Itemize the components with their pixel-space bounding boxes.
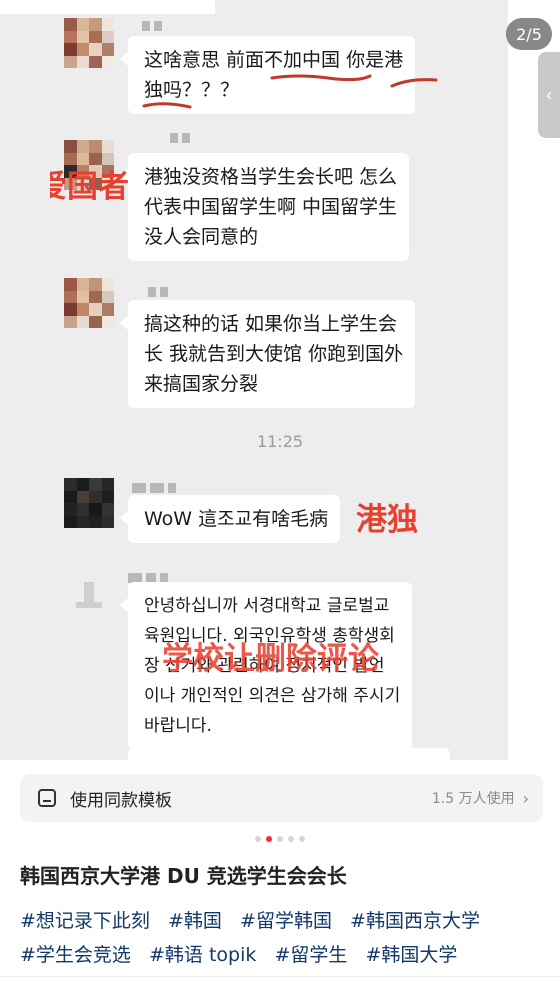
chat-bubble-partial: [128, 748, 450, 760]
carousel-dot: [255, 836, 261, 842]
hashtag[interactable]: #想记录下此刻: [20, 904, 150, 938]
annotation-school-label: 学校让删除评论: [162, 641, 379, 677]
carousel-dot-active: [266, 836, 272, 842]
carousel-dot: [277, 836, 283, 842]
avatar: [64, 278, 114, 328]
underline-scribble: [270, 74, 438, 88]
post-title: 韩国西京大学港 DU 竞选学生会会长: [20, 864, 347, 888]
template-label: 使用同款模板: [70, 790, 172, 811]
use-template-bar[interactable]: 使用同款模板 1.5 万人使用 ›: [20, 774, 543, 822]
template-user-count: 1.5 万人使用: [431, 791, 515, 807]
underline-scribble: [142, 102, 192, 109]
hashtag[interactable]: #留学生: [275, 938, 348, 972]
image-viewer[interactable]: 这啥意思 前面不加中国 你是港 独吗？？？ 港独没资格当学生会长吧 怎么 代表中…: [0, 0, 560, 760]
chevron-right-icon: ›: [522, 788, 529, 808]
hashtag[interactable]: #学生会竞选: [20, 938, 131, 972]
nickname-blurred: [142, 16, 166, 31]
hashtag[interactable]: #韩国大学: [366, 938, 458, 972]
carousel-indicator: [0, 836, 560, 842]
hashtag-list: #想记录下此刻 #韩国 #留学韩国 #韩国西京大学 #学生会竞选 #韩语 top…: [20, 904, 545, 972]
hashtag[interactable]: #韩国西京大学: [350, 904, 480, 938]
carousel-dot: [299, 836, 305, 842]
chevron-left-icon[interactable]: ‹: [538, 52, 560, 138]
chat-bubble: 港独没资格当学生会长吧 怎么 代表中国留学生啊 中国留学生 没人会同意的: [119, 153, 410, 261]
annotation-hk-label: 港独: [356, 502, 418, 538]
hashtag[interactable]: #韩国: [168, 904, 222, 938]
hashtag[interactable]: #留学韩国: [240, 904, 332, 938]
screen: 这啥意思 前面不加中国 你是港 独吗？？？ 港独没资格当学生会长吧 怎么 代表中…: [0, 0, 560, 983]
divider: [0, 976, 560, 977]
image-counter-badge: 2/5: [506, 18, 552, 50]
nickname-blurred: [148, 282, 172, 297]
avatar: [64, 18, 114, 68]
top-edge: [0, 0, 215, 14]
time-divider: 11:25: [256, 432, 304, 451]
nickname-blurred: [132, 478, 180, 493]
hashtag[interactable]: #韩语 topik: [149, 938, 256, 972]
nickname-blurred: [170, 128, 194, 143]
template-icon: [38, 789, 56, 807]
annotation-patriot-label: 爱国者: [36, 169, 129, 205]
chat-bubble: WoW 這조교有啥毛病: [119, 495, 341, 543]
carousel-dot: [288, 836, 294, 842]
chat-bubble: 搞这种的话 如果你当上学生会 长 我就告到大使馆 你跑到国外 来搞国家分裂: [119, 300, 416, 408]
avatar: [64, 478, 114, 528]
nickname-blurred: [128, 568, 172, 583]
avatar-placeholder: [64, 572, 114, 622]
